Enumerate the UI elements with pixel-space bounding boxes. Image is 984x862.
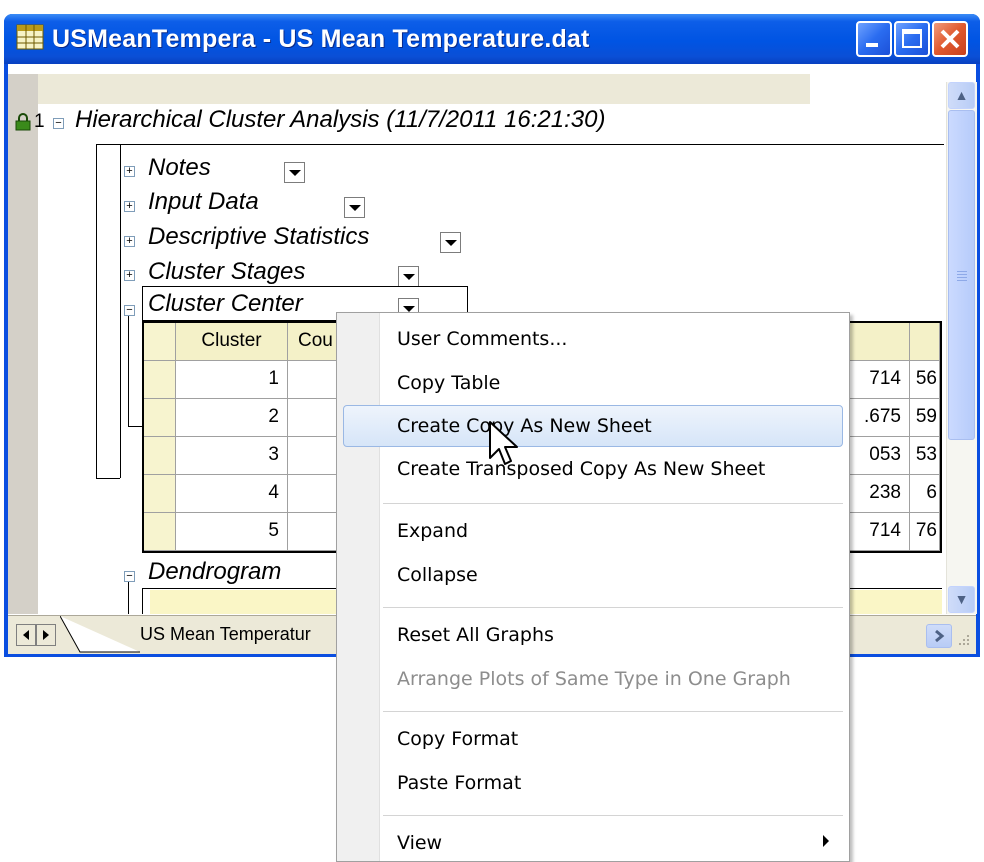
menu-item-copy-table[interactable]: Copy Table [397, 372, 500, 394]
table-cell[interactable]: 56 [910, 361, 940, 399]
grip-line [957, 274, 967, 275]
maximize-button[interactable] [894, 21, 930, 57]
tree-item-cluster-center[interactable]: Cluster Center [148, 290, 303, 318]
sheet-header-band [8, 64, 938, 614]
tree-item-notes[interactable]: Notes [148, 154, 211, 182]
tab-scroll-left-button[interactable] [16, 624, 36, 646]
lock-icon [15, 113, 31, 131]
row-header [144, 437, 176, 475]
triangle-right-icon [43, 630, 49, 640]
menu-separator [383, 607, 843, 608]
descriptive-statistics-dropdown[interactable] [440, 232, 461, 253]
table-cell[interactable]: 6 [910, 475, 940, 513]
outline-line [142, 588, 143, 614]
expand-toggle-notes[interactable]: + [124, 166, 135, 177]
row-number: 1 [34, 111, 45, 132]
triangle-left-icon [23, 630, 29, 640]
outline-line [96, 144, 97, 478]
outline-line [96, 144, 944, 145]
scroll-up-button[interactable]: ▲ [948, 82, 975, 109]
outline-line [128, 582, 129, 614]
tree-item-cluster-stages[interactable]: Cluster Stages [148, 258, 305, 286]
minimize-icon [866, 43, 878, 47]
close-button[interactable] [932, 21, 968, 57]
tree-root-label[interactable]: Hierarchical Cluster Analysis (11/7/2011… [75, 106, 605, 134]
tree-item-descriptive-statistics[interactable]: Descriptive Statistics [148, 223, 369, 251]
table-cell-cluster[interactable]: 3 [176, 437, 288, 475]
cluster-stages-dropdown[interactable] [398, 266, 419, 287]
horizontal-scroll-right-button[interactable] [926, 624, 952, 648]
menu-item-create-transposed-copy[interactable]: Create Transposed Copy As New Sheet [397, 458, 765, 480]
outline-line [96, 478, 120, 479]
menu-separator [383, 711, 843, 712]
outline-line [128, 316, 129, 426]
row-header-strip [8, 74, 38, 614]
row-header [144, 399, 176, 437]
title-bar[interactable]: USMeanTempera - US Mean Temperature.dat [4, 14, 980, 64]
table-cell-cluster[interactable]: 2 [176, 399, 288, 437]
context-menu: User Comments... Copy Table Create Copy … [336, 312, 850, 862]
expand-toggle-input-data[interactable]: + [124, 201, 135, 212]
menu-item-collapse[interactable]: Collapse [397, 564, 478, 586]
menu-item-user-comments[interactable]: User Comments... [397, 328, 567, 350]
menu-separator [383, 503, 843, 504]
tree-item-input-data[interactable]: Input Data [148, 188, 259, 216]
sheet-tab-shape [60, 616, 140, 653]
outline-line [120, 144, 121, 478]
row-header [144, 361, 176, 399]
expand-toggle-descriptive-statistics[interactable]: + [124, 236, 135, 247]
resize-grip-icon[interactable] [956, 632, 972, 648]
input-data-dropdown[interactable] [344, 197, 365, 218]
vertical-scrollbar[interactable]: ▲ ▼ [946, 82, 977, 614]
tab-scroll-right-button[interactable] [36, 624, 56, 646]
chevron-right-icon [935, 629, 945, 643]
scroll-down-button[interactable]: ▼ [948, 586, 975, 613]
row-header [144, 475, 176, 513]
column-header-band [38, 74, 810, 104]
grip-line [957, 277, 967, 278]
menu-item-paste-format[interactable]: Paste Format [397, 772, 521, 794]
menu-item-arrange-plots: Arrange Plots of Same Type in One Graph [397, 668, 791, 690]
collapse-toggle-dendrogram[interactable]: − [124, 571, 135, 582]
column-header-right-2[interactable] [910, 323, 940, 361]
menu-item-copy-format[interactable]: Copy Format [397, 728, 518, 750]
collapse-toggle-root[interactable]: − [53, 118, 64, 129]
table-cell-cluster[interactable]: 4 [176, 475, 288, 513]
menu-item-reset-all-graphs[interactable]: Reset All Graphs [397, 624, 554, 646]
grip-line [957, 271, 967, 272]
mouse-cursor-icon [489, 421, 518, 465]
collapse-toggle-cluster-center[interactable]: − [124, 305, 135, 316]
table-cell-cluster[interactable]: 1 [176, 361, 288, 399]
close-icon [940, 29, 960, 49]
maximize-icon [902, 29, 922, 48]
table-cell[interactable]: 76 [910, 513, 940, 551]
expand-toggle-cluster-stages[interactable]: + [124, 270, 135, 281]
scroll-thumb[interactable] [948, 110, 975, 440]
table-cell-cluster[interactable]: 5 [176, 513, 288, 551]
menu-separator [383, 815, 843, 816]
worksheet-icon [16, 24, 44, 50]
row-header [144, 513, 176, 551]
column-header-cluster[interactable]: Cluster [176, 323, 288, 361]
menu-item-create-copy-as-new-sheet[interactable]: Create Copy As New Sheet [397, 415, 652, 437]
tree-item-dendrogram[interactable]: Dendrogram [148, 558, 281, 586]
window-title: USMeanTempera - US Mean Temperature.dat [52, 25, 590, 53]
table-cell[interactable]: 53 [910, 437, 940, 475]
notes-dropdown[interactable] [284, 162, 305, 183]
table-cell[interactable]: 59 [910, 399, 940, 437]
menu-item-expand[interactable]: Expand [397, 520, 468, 542]
submenu-arrow-icon [823, 835, 829, 847]
menu-item-view[interactable]: View [397, 832, 442, 854]
grip-line [957, 280, 967, 281]
table-corner-cell [144, 323, 176, 361]
menu-icon-gutter [337, 313, 380, 861]
sheet-tab-us-mean-temperature[interactable]: US Mean Temperatur [140, 624, 311, 645]
minimize-button[interactable] [856, 21, 892, 57]
